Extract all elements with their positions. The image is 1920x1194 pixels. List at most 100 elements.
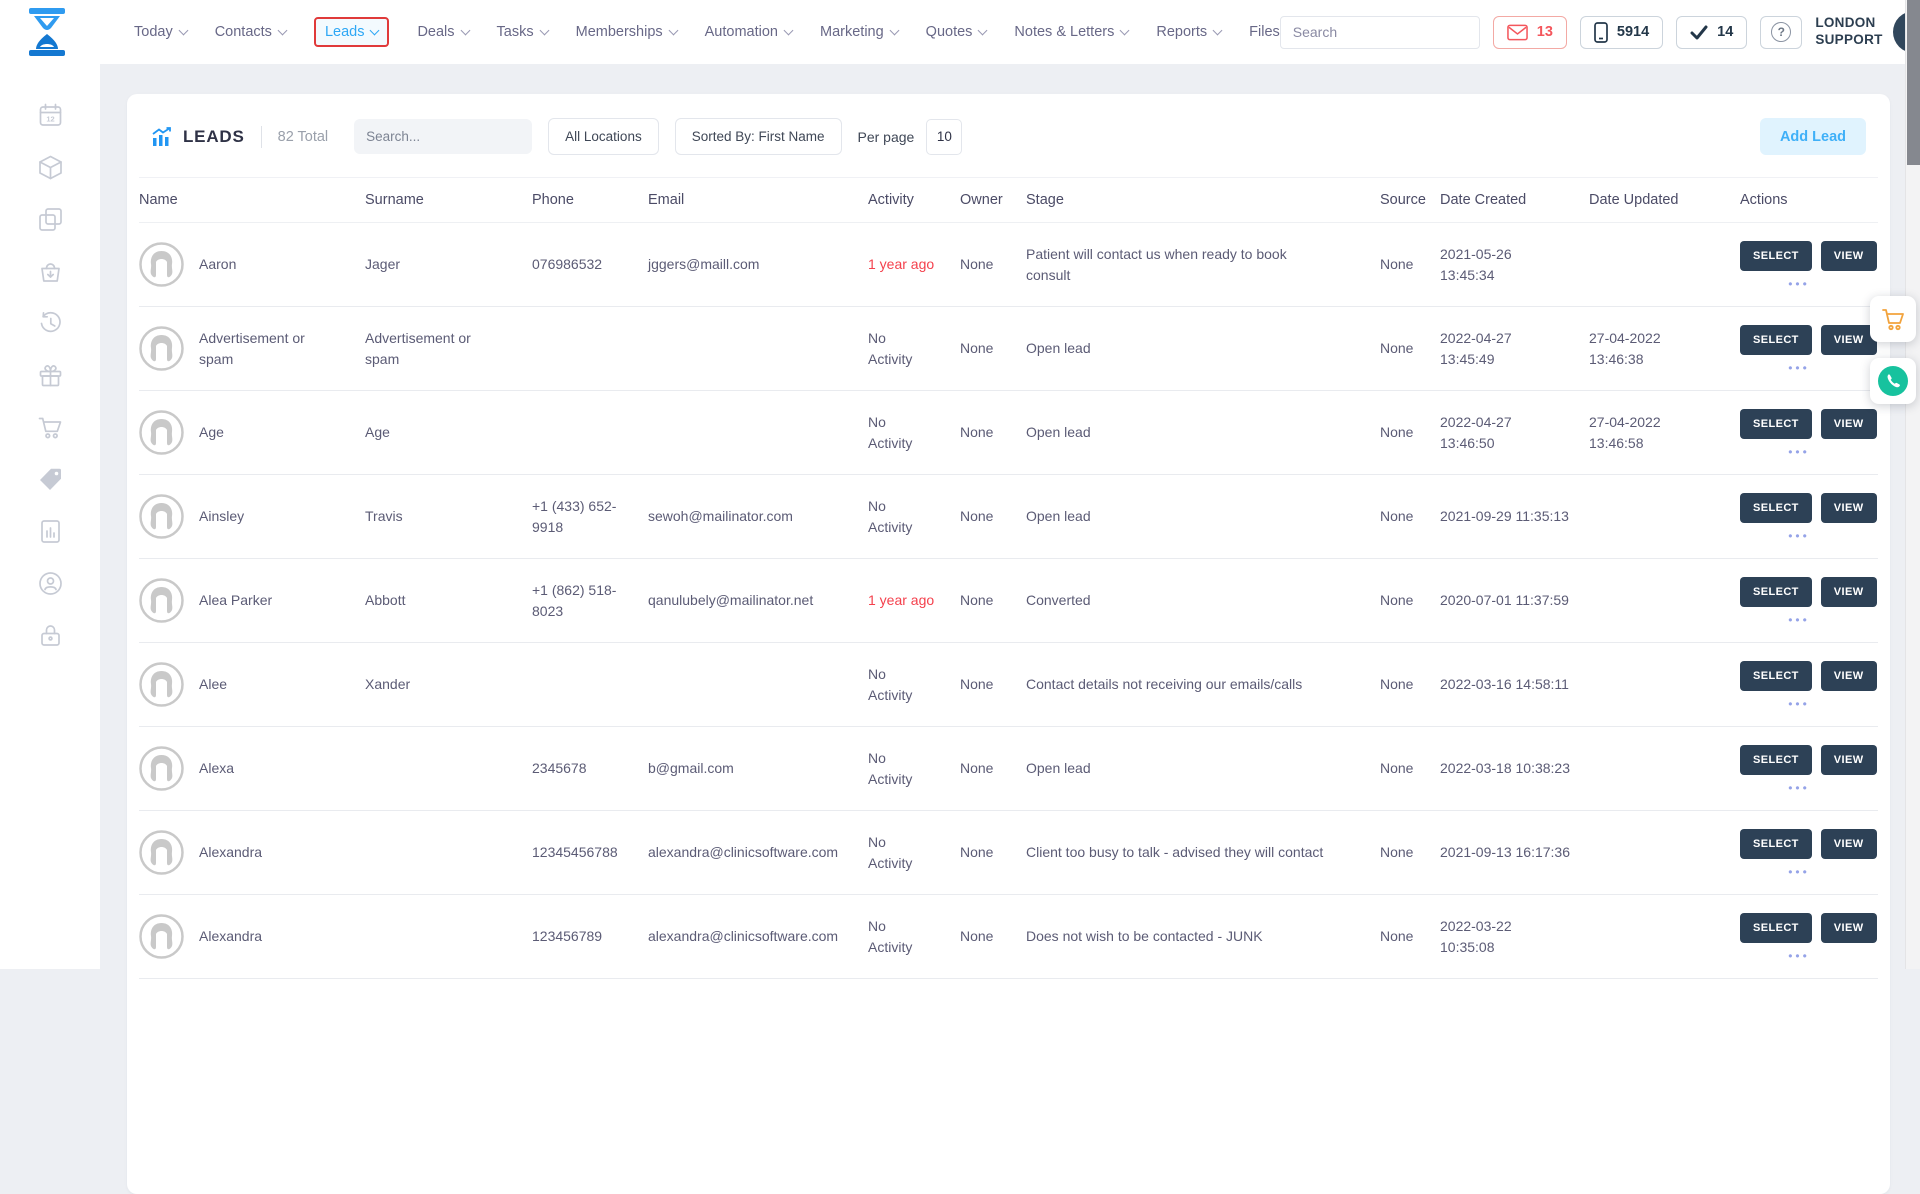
view-button[interactable]: VIEW — [1821, 409, 1877, 439]
nav-item-marketing[interactable]: Marketing — [820, 24, 898, 40]
nav-item-memberships[interactable]: Memberships — [576, 24, 677, 40]
col-date-updated: Date Updated — [1589, 192, 1736, 208]
lead-owner: None — [960, 422, 1022, 442]
add-lead-button[interactable]: Add Lead — [1760, 118, 1866, 155]
view-button[interactable]: VIEW — [1821, 913, 1877, 943]
lead-owner: None — [960, 506, 1022, 526]
nav-item-reports[interactable]: Reports — [1156, 24, 1221, 40]
lead-stage: Does not wish to be contacted - JUNK — [1026, 926, 1376, 946]
select-button[interactable]: SELECT — [1740, 577, 1812, 607]
gift-icon[interactable] — [37, 362, 64, 389]
customer-sync-icon[interactable] — [37, 570, 64, 597]
table-row: Ainsley Travis +1 (433) 652- 9918 sewoh@… — [139, 475, 1878, 559]
nav-item-contacts[interactable]: Contacts — [215, 24, 286, 40]
col-stage: Stage — [1026, 192, 1376, 208]
lead-activity: No Activity — [868, 832, 956, 873]
app-logo-icon[interactable] — [26, 7, 68, 57]
location-filter[interactable]: All Locations — [548, 118, 659, 155]
view-button[interactable]: VIEW — [1821, 661, 1877, 691]
view-button[interactable]: VIEW — [1821, 829, 1877, 859]
view-button[interactable]: VIEW — [1821, 325, 1877, 355]
table-row: Age Age No Activity None Open lead None … — [139, 391, 1878, 475]
select-button[interactable]: SELECT — [1740, 325, 1812, 355]
call-fab-button[interactable] — [1870, 358, 1916, 404]
more-actions-button[interactable]: ••• — [1740, 280, 1858, 288]
calendar-icon[interactable]: 12 — [37, 102, 64, 129]
nav-item-files[interactable]: Files — [1249, 24, 1280, 40]
report-icon[interactable] — [37, 518, 64, 545]
avatar — [139, 242, 184, 287]
more-actions-button[interactable]: ••• — [1740, 952, 1858, 960]
lead-stage: Open lead — [1026, 338, 1376, 358]
more-actions-button[interactable]: ••• — [1740, 868, 1858, 876]
more-actions-button[interactable]: ••• — [1740, 448, 1858, 456]
nav-item-tasks[interactable]: Tasks — [497, 24, 548, 40]
chevron-down-icon — [539, 25, 549, 35]
leads-search-input[interactable] — [366, 129, 543, 144]
more-actions-button[interactable]: ••• — [1740, 364, 1858, 372]
col-owner: Owner — [960, 192, 1022, 208]
view-button[interactable]: VIEW — [1821, 745, 1877, 775]
nav-item-automation[interactable]: Automation — [705, 24, 792, 40]
lead-stage: Client too busy to talk - advised they w… — [1026, 842, 1376, 862]
nav-item-leads[interactable]: Leads — [314, 17, 390, 47]
lead-phone: 12345456788 — [532, 842, 644, 862]
lead-date-created: 2022-03-22 10:35:08 — [1440, 916, 1585, 957]
view-button[interactable]: VIEW — [1821, 577, 1877, 607]
phone-icon — [1878, 366, 1908, 396]
messages-badge[interactable]: 13 — [1493, 16, 1567, 49]
nav-item-label: Leads — [325, 24, 365, 40]
lead-owner: None — [960, 842, 1022, 862]
scrollbar-thumb[interactable] — [1907, 0, 1920, 165]
lead-date-created: 2022-03-18 10:38:23 — [1440, 758, 1585, 778]
price-tag-icon[interactable] — [37, 466, 64, 493]
tasks-badge[interactable]: 14 — [1676, 16, 1747, 49]
select-button[interactable]: SELECT — [1740, 409, 1812, 439]
lock-icon[interactable] — [37, 622, 64, 649]
basket-icon[interactable] — [37, 258, 64, 285]
global-search-input[interactable] — [1281, 24, 1480, 40]
sort-filter[interactable]: Sorted By: First Name — [675, 118, 842, 155]
nav-item-label: Quotes — [926, 24, 973, 40]
calls-badge[interactable]: 5914 — [1580, 16, 1663, 49]
more-actions-button[interactable]: ••• — [1740, 784, 1858, 792]
package-icon[interactable] — [37, 154, 64, 181]
select-button[interactable]: SELECT — [1740, 661, 1812, 691]
select-button[interactable]: SELECT — [1740, 829, 1812, 859]
per-page-input[interactable] — [926, 119, 962, 155]
select-button[interactable]: SELECT — [1740, 241, 1812, 271]
lead-name: Alee — [199, 674, 227, 694]
view-button[interactable]: VIEW — [1821, 493, 1877, 523]
table-row: Alexa 2345678 b@gmail.com No Activity No… — [139, 727, 1878, 811]
global-search — [1280, 16, 1480, 49]
more-actions-button[interactable]: ••• — [1740, 700, 1858, 708]
cart-icon[interactable] — [37, 414, 64, 441]
select-button[interactable]: SELECT — [1740, 493, 1812, 523]
nav-item-today[interactable]: Today — [134, 24, 187, 40]
more-actions-button[interactable]: ••• — [1740, 532, 1858, 540]
lead-owner: None — [960, 926, 1022, 946]
lead-stage: Open lead — [1026, 758, 1376, 778]
more-actions-button[interactable]: ••• — [1740, 616, 1858, 624]
nav-item-label: Today — [134, 24, 173, 40]
nav-item-label: Marketing — [820, 24, 884, 40]
history-icon[interactable] — [37, 310, 64, 337]
copy-icon[interactable] — [37, 206, 64, 233]
lead-phone: 2345678 — [532, 758, 644, 778]
nav-item-deals[interactable]: Deals — [417, 24, 468, 40]
cart-fab-button[interactable] — [1870, 296, 1916, 342]
table-row: Alea Parker Abbott +1 (862) 518- 8023 qa… — [139, 559, 1878, 643]
nav-item-quotes[interactable]: Quotes — [926, 24, 987, 40]
chevron-down-icon — [370, 25, 380, 35]
select-button[interactable]: SELECT — [1740, 913, 1812, 943]
select-button[interactable]: SELECT — [1740, 745, 1812, 775]
lead-stage: Patient will contact us when ready to bo… — [1026, 244, 1376, 285]
total-count: 82 Total — [278, 129, 329, 145]
col-activity: Activity — [868, 192, 956, 208]
lead-surname: Abbott — [365, 590, 528, 610]
col-source: Source — [1380, 192, 1436, 208]
view-button[interactable]: VIEW — [1821, 241, 1877, 271]
per-page-label: Per page — [858, 129, 915, 145]
help-button[interactable]: ? — [1760, 16, 1802, 49]
nav-item-notes-letters[interactable]: Notes & Letters — [1014, 24, 1128, 40]
